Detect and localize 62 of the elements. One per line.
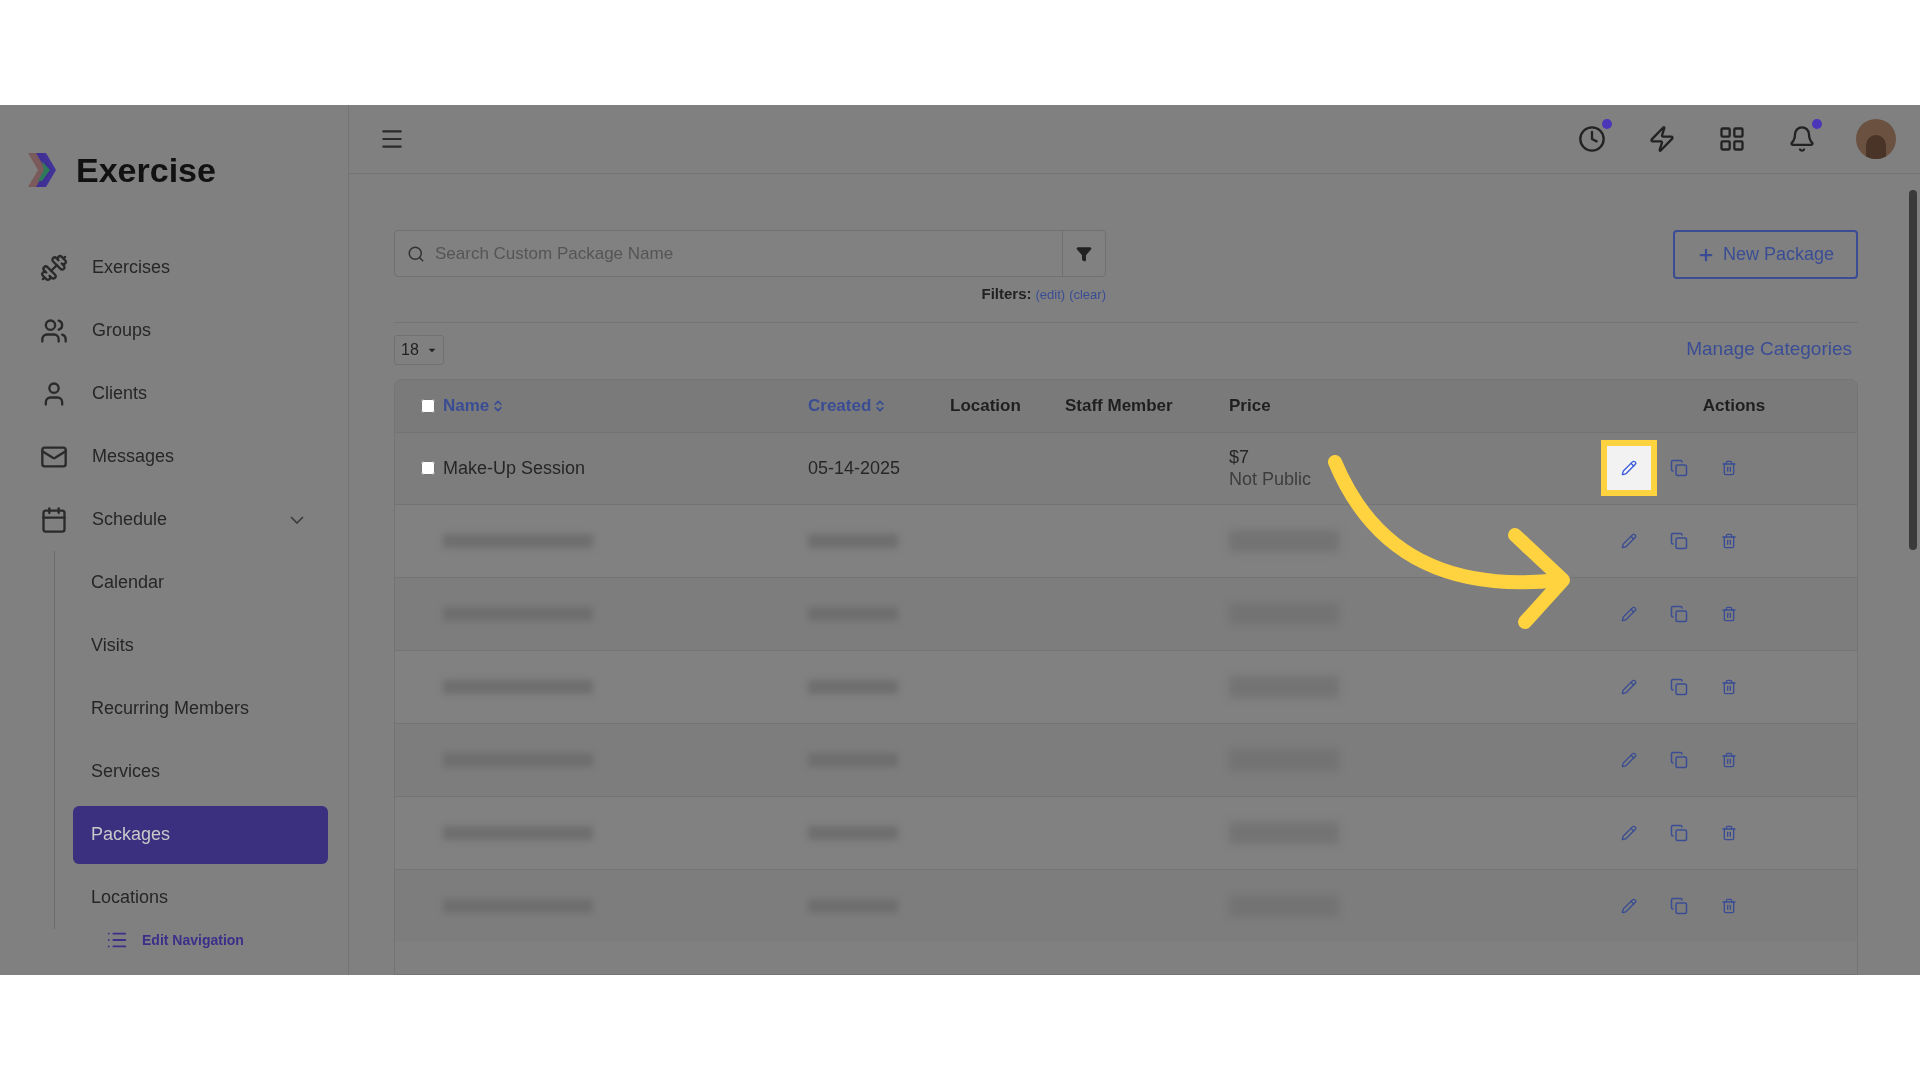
- users-icon: [40, 316, 68, 345]
- trash-icon: [1721, 678, 1737, 695]
- trash-icon: [1721, 532, 1737, 549]
- copy-icon: [1670, 823, 1688, 842]
- column-header: Location: [950, 394, 1022, 417]
- nav-subitem[interactable]: Packages: [73, 805, 328, 864]
- lightning-icon: [1648, 125, 1676, 153]
- copy-icon: [1670, 677, 1688, 696]
- per-page-select[interactable]: 18: [394, 334, 444, 365]
- copy-icon: [1670, 604, 1688, 623]
- grid-icon: [1718, 125, 1746, 153]
- trash-icon: [1721, 605, 1737, 622]
- calendar-icon: [40, 505, 68, 534]
- row-checkbox[interactable]: [421, 461, 435, 475]
- dumbbell-icon: [40, 253, 68, 282]
- clear-filters-link[interactable]: (clear): [1069, 284, 1106, 304]
- copy-icon: [1670, 459, 1688, 477]
- brand-name: Exercise: [76, 149, 216, 191]
- new-package-button[interactable]: New Package: [1673, 230, 1858, 279]
- nav-subitem[interactable]: Locations: [73, 868, 328, 927]
- edit-filters-link[interactable]: (edit): [1035, 284, 1066, 304]
- filter-icon: [1076, 245, 1092, 262]
- nav-subitem[interactable]: Calendar: [73, 553, 328, 612]
- avatar[interactable]: [1856, 119, 1896, 159]
- pencil-icon: [1621, 824, 1637, 841]
- column-header: Staff Member: [1065, 394, 1174, 417]
- pencil-icon: [1621, 897, 1637, 914]
- copy-icon: [1670, 531, 1688, 550]
- price: $7: [1229, 445, 1251, 468]
- trash-icon: [1721, 460, 1737, 476]
- scrollbar-thumb[interactable]: [1909, 190, 1917, 550]
- trash-icon: [1721, 751, 1737, 768]
- column-header: Price: [1229, 394, 1272, 417]
- nav-item[interactable]: Clients: [0, 362, 348, 425]
- select-all-checkbox[interactable]: [421, 398, 435, 413]
- trash-icon: [1721, 897, 1737, 914]
- price-visibility: Not Public: [1229, 468, 1312, 491]
- bell-icon: [1788, 125, 1816, 153]
- edit-button[interactable]: [1601, 440, 1657, 496]
- pencil-icon: [1621, 605, 1637, 622]
- column-header: Actions: [1701, 394, 1767, 417]
- copy-icon: [1670, 896, 1688, 915]
- copy-icon: [1670, 750, 1688, 769]
- created-date: 05-14-2025: [808, 456, 902, 480]
- nav-subitem[interactable]: Services: [73, 742, 328, 801]
- pencil-icon: [1621, 532, 1637, 549]
- nav-subitem[interactable]: Recurring Members: [73, 679, 328, 738]
- clock-icon: [1578, 125, 1606, 153]
- nav-item[interactable]: Groups: [0, 299, 348, 362]
- trash-icon: [1721, 824, 1737, 841]
- nav-item[interactable]: Messages: [0, 425, 348, 488]
- package-name: Make-Up Session: [443, 456, 587, 480]
- pencil-icon: [1621, 678, 1637, 695]
- filters-label: Filters:: [981, 284, 1032, 304]
- search-icon: [407, 244, 425, 263]
- pencil-icon: [1621, 751, 1637, 768]
- edit-navigation-link[interactable]: Edit Navigation: [0, 929, 348, 951]
- manage-categories-link[interactable]: Manage Categories: [1686, 335, 1852, 364]
- nav-subitem[interactable]: Visits: [73, 616, 328, 675]
- pencil-icon: [1621, 460, 1637, 476]
- nav-item[interactable]: Schedule: [0, 488, 348, 551]
- nav-item[interactable]: Exercises: [0, 236, 348, 299]
